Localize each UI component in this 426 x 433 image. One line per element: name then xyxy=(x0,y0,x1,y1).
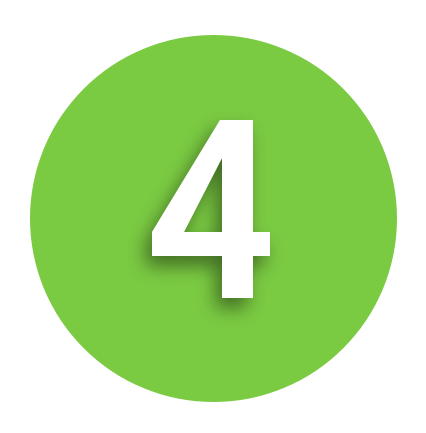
number-4-shape xyxy=(152,120,270,298)
number-badge: 4 xyxy=(0,0,426,433)
number-4-glyph: 4 xyxy=(152,120,270,303)
number-label: 4 xyxy=(210,292,216,303)
